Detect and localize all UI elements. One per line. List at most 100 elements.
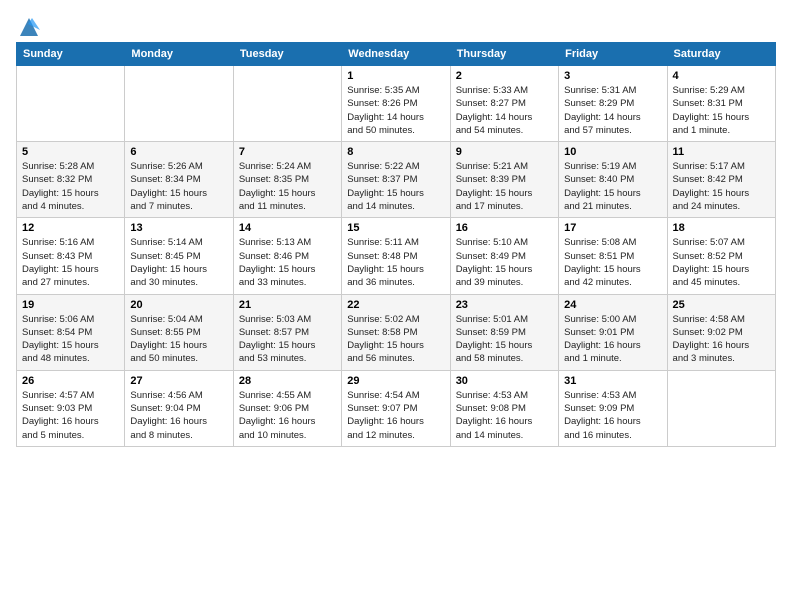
day-info: Sunrise: 5:29 AMSunset: 8:31 PMDaylight:… [673,84,770,137]
day-number: 31 [564,375,661,387]
calendar-cell: 9Sunrise: 5:21 AMSunset: 8:39 PMDaylight… [450,142,558,218]
calendar-cell: 3 Sunrise: 5:31 AMSunset: 8:29 PMDaylight… [559,66,667,142]
header-sunday: Sunday [17,43,125,66]
day-number: 18 [673,222,770,234]
calendar-week-row: 26 Sunrise: 4:57 AMSunset: 9:03 PMDayligh… [17,370,776,446]
day-info: Sunrise: 5:03 AMSunset: 8:57 PMDaylight:… [239,313,336,366]
day-number: 8 [347,146,444,158]
calendar-header-row: SundayMondayTuesdayWednesdayThursdayFrid… [17,43,776,66]
day-number: 29 [347,375,444,387]
calendar-cell: 27 Sunrise: 4:56 AMSunset: 9:04 PMDayligh… [125,370,233,446]
day-number: 1 [347,70,444,82]
day-info: Sunrise: 4:54 AMSunset: 9:07 PMDaylight:… [347,389,444,442]
day-number: 24 [564,299,661,311]
day-info: Sunrise: 5:35 AMSunset: 8:26 PMDaylight:… [347,84,444,137]
day-number: 22 [347,299,444,311]
day-number: 16 [456,222,553,234]
calendar-cell: 8 Sunrise: 5:22 AMSunset: 8:37 PMDaylight… [342,142,450,218]
day-info: Sunrise: 5:31 AMSunset: 8:29 PMDaylight:… [564,84,661,137]
day-number: 7 [239,146,336,158]
day-info: Sunrise: 5:01 AMSunset: 8:59 PMDaylight:… [456,313,553,366]
calendar-cell: 16 Sunrise: 5:10 AMSunset: 8:49 PMDayligh… [450,218,558,294]
calendar-week-row: 5 Sunrise: 5:28 AMSunset: 8:32 PMDaylight… [17,142,776,218]
calendar-week-row: 19 Sunrise: 5:06 AMSunset: 8:54 PMDayligh… [17,294,776,370]
header-friday: Friday [559,43,667,66]
calendar-cell: 22 Sunrise: 5:02 AMSunset: 8:58 PMDayligh… [342,294,450,370]
day-info: Sunrise: 4:53 AMSunset: 9:08 PMDaylight:… [456,389,553,442]
calendar-cell [17,66,125,142]
calendar-cell: 29 Sunrise: 4:54 AMSunset: 9:07 PMDayligh… [342,370,450,446]
day-number: 13 [130,222,227,234]
day-info: Sunrise: 5:24 AMSunset: 8:35 PMDaylight:… [239,160,336,213]
day-number: 20 [130,299,227,311]
calendar-cell: 14Sunrise: 5:13 AMSunset: 8:46 PMDayligh… [233,218,341,294]
day-info: Sunrise: 5:06 AMSunset: 8:54 PMDaylight:… [22,313,119,366]
day-info: Sunrise: 5:08 AMSunset: 8:51 PMDaylight:… [564,236,661,289]
day-number: 11 [673,146,770,158]
header-monday: Monday [125,43,233,66]
calendar-cell: 19 Sunrise: 5:06 AMSunset: 8:54 PMDayligh… [17,294,125,370]
calendar-cell: 4 Sunrise: 5:29 AMSunset: 8:31 PMDaylight… [667,66,775,142]
day-number: 2 [456,70,553,82]
day-info: Sunrise: 4:56 AMSunset: 9:04 PMDaylight:… [130,389,227,442]
day-info: Sunrise: 5:04 AMSunset: 8:55 PMDaylight:… [130,313,227,366]
day-info: Sunrise: 5:00 AMSunset: 9:01 PMDaylight:… [564,313,661,366]
day-info: Sunrise: 5:10 AMSunset: 8:49 PMDaylight:… [456,236,553,289]
calendar-cell: 13 Sunrise: 5:14 AMSunset: 8:45 PMDayligh… [125,218,233,294]
calendar-cell: 2 Sunrise: 5:33 AMSunset: 8:27 PMDaylight… [450,66,558,142]
day-info: Sunrise: 5:07 AMSunset: 8:52 PMDaylight:… [673,236,770,289]
day-number: 30 [456,375,553,387]
calendar-week-row: 12Sunrise: 5:16 AMSunset: 8:43 PMDayligh… [17,218,776,294]
day-number: 15 [347,222,444,234]
calendar-cell: 30 Sunrise: 4:53 AMSunset: 9:08 PMDayligh… [450,370,558,446]
day-number: 4 [673,70,770,82]
day-info: Sunrise: 5:22 AMSunset: 8:37 PMDaylight:… [347,160,444,213]
header-wednesday: Wednesday [342,43,450,66]
page-header [16,16,776,34]
day-info: Sunrise: 4:53 AMSunset: 9:09 PMDaylight:… [564,389,661,442]
day-info: Sunrise: 5:11 AMSunset: 8:48 PMDaylight:… [347,236,444,289]
calendar-cell: 11 Sunrise: 5:17 AMSunset: 8:42 PMDayligh… [667,142,775,218]
logo [16,16,40,34]
day-info: Sunrise: 4:58 AMSunset: 9:02 PMDaylight:… [673,313,770,366]
calendar-cell: 28 Sunrise: 4:55 AMSunset: 9:06 PMDayligh… [233,370,341,446]
calendar-cell: 25Sunrise: 4:58 AMSunset: 9:02 PMDayligh… [667,294,775,370]
day-number: 23 [456,299,553,311]
calendar-cell: 10Sunrise: 5:19 AMSunset: 8:40 PMDayligh… [559,142,667,218]
calendar-cell: 18 Sunrise: 5:07 AMSunset: 8:52 PMDayligh… [667,218,775,294]
day-info: Sunrise: 5:19 AMSunset: 8:40 PMDaylight:… [564,160,661,213]
day-number: 21 [239,299,336,311]
day-info: Sunrise: 5:02 AMSunset: 8:58 PMDaylight:… [347,313,444,366]
day-info: Sunrise: 5:13 AMSunset: 8:46 PMDaylight:… [239,236,336,289]
day-info: Sunrise: 4:55 AMSunset: 9:06 PMDaylight:… [239,389,336,442]
calendar-cell: 6 Sunrise: 5:26 AMSunset: 8:34 PMDaylight… [125,142,233,218]
day-number: 28 [239,375,336,387]
day-info: Sunrise: 5:17 AMSunset: 8:42 PMDaylight:… [673,160,770,213]
day-number: 19 [22,299,119,311]
header-saturday: Saturday [667,43,775,66]
day-info: Sunrise: 5:33 AMSunset: 8:27 PMDaylight:… [456,84,553,137]
header-thursday: Thursday [450,43,558,66]
calendar-cell [233,66,341,142]
day-number: 27 [130,375,227,387]
day-number: 12 [22,222,119,234]
day-number: 3 [564,70,661,82]
day-info: Sunrise: 5:14 AMSunset: 8:45 PMDaylight:… [130,236,227,289]
day-number: 26 [22,375,119,387]
header-tuesday: Tuesday [233,43,341,66]
calendar-cell: 7 Sunrise: 5:24 AMSunset: 8:35 PMDaylight… [233,142,341,218]
calendar-cell: 5 Sunrise: 5:28 AMSunset: 8:32 PMDaylight… [17,142,125,218]
calendar-table: SundayMondayTuesdayWednesdayThursdayFrid… [16,42,776,447]
calendar-cell: 23 Sunrise: 5:01 AMSunset: 8:59 PMDayligh… [450,294,558,370]
day-number: 5 [22,146,119,158]
day-info: Sunrise: 5:28 AMSunset: 8:32 PMDaylight:… [22,160,119,213]
day-number: 17 [564,222,661,234]
calendar-cell: 15 Sunrise: 5:11 AMSunset: 8:48 PMDayligh… [342,218,450,294]
calendar-cell: 31 Sunrise: 4:53 AMSunset: 9:09 PMDayligh… [559,370,667,446]
day-number: 6 [130,146,227,158]
day-info: Sunrise: 4:57 AMSunset: 9:03 PMDaylight:… [22,389,119,442]
day-info: Sunrise: 5:26 AMSunset: 8:34 PMDaylight:… [130,160,227,213]
calendar-cell: 21 Sunrise: 5:03 AMSunset: 8:57 PMDayligh… [233,294,341,370]
calendar-cell: 12Sunrise: 5:16 AMSunset: 8:43 PMDayligh… [17,218,125,294]
calendar-cell [125,66,233,142]
